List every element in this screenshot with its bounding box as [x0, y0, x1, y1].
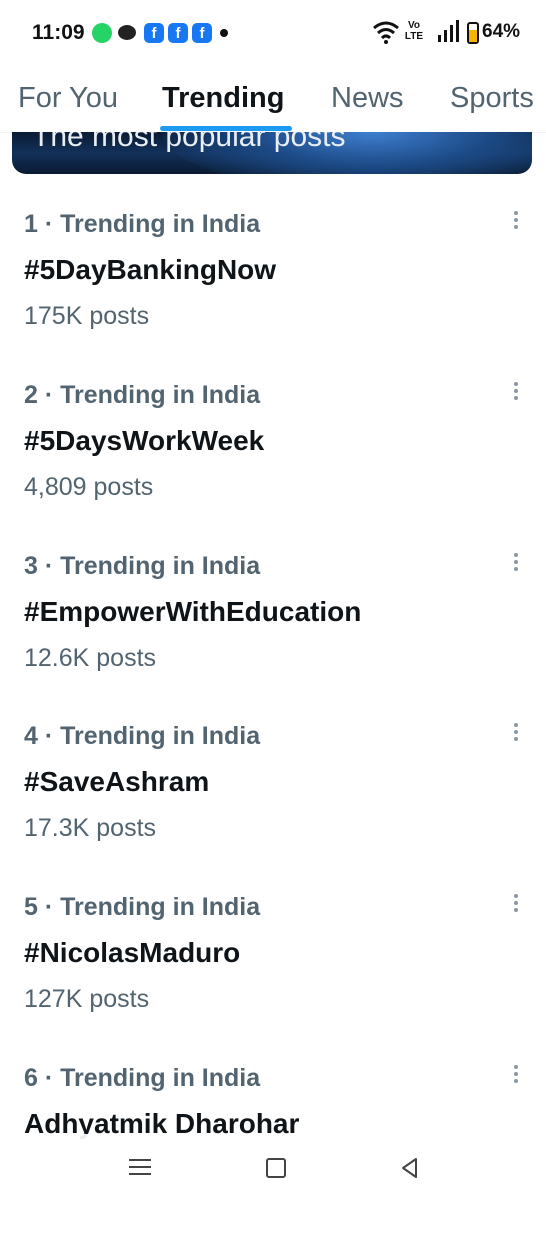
more-notifications-icon — [220, 29, 228, 37]
trend-item[interactable]: 5 · Trending in India #NicolasMaduro 127… — [0, 893, 546, 1063]
battery-percent: 64% — [482, 21, 521, 42]
trend-item[interactable]: 1 · Trending in India #5DayBankingNow 17… — [0, 210, 546, 380]
home-button[interactable] — [262, 1154, 290, 1182]
tab-for-you[interactable]: For You — [18, 82, 118, 115]
trend-item[interactable]: 3 · Trending in India #EmpowerWithEducat… — [0, 552, 546, 722]
trend-name: #5DayBankingNow — [24, 254, 277, 285]
wifi-icon — [373, 21, 399, 44]
more-options-icon[interactable] — [510, 379, 522, 405]
more-options-icon[interactable] — [510, 891, 522, 917]
back-button[interactable] — [396, 1154, 424, 1182]
trend-meta: 3 · Trending in India — [24, 552, 261, 580]
trend-post-count: 127K posts — [24, 985, 150, 1013]
trend-post-count: 175K posts — [24, 302, 150, 330]
facebook-icon: f — [144, 23, 164, 43]
facebook-icon: f — [168, 23, 188, 43]
chat-icon — [118, 25, 136, 40]
tab-sports[interactable]: Sports — [450, 82, 534, 115]
trend-item[interactable]: 2 · Trending in India #5DaysWorkWeek 4,8… — [0, 381, 546, 551]
trend-name: #NicolasMaduro — [24, 937, 241, 968]
signal-icon — [438, 20, 459, 42]
trend-name: #5DaysWorkWeek — [24, 425, 265, 456]
trend-meta: 5 · Trending in India — [24, 893, 261, 921]
trend-name: #SaveAshram — [24, 766, 210, 797]
trend-item[interactable]: 4 · Trending in India #SaveAshram 17.3K … — [0, 722, 546, 892]
more-options-icon[interactable] — [510, 1062, 522, 1088]
trend-post-count: 4,809 posts — [24, 473, 154, 501]
trend-meta: 1 · Trending in India — [24, 210, 261, 238]
system-navigation-bar — [0, 1134, 546, 1200]
status-bar: 11:09 f f f Vo LTE 64% — [0, 0, 546, 66]
trend-post-count: 12.6K posts — [24, 644, 157, 672]
recent-apps-button[interactable] — [126, 1154, 154, 1182]
active-tab-indicator — [160, 126, 292, 131]
trend-meta: 2 · Trending in India — [24, 381, 261, 409]
more-options-icon[interactable] — [510, 720, 522, 746]
more-options-icon[interactable] — [510, 550, 522, 576]
trend-meta: 6 · Trending in India — [24, 1064, 261, 1092]
trend-post-count: 17.3K posts — [24, 814, 157, 842]
banner-title: The most popular posts — [32, 132, 346, 153]
tab-bar: For You Trending News Sports — [0, 66, 546, 133]
tab-news[interactable]: News — [331, 82, 404, 115]
trend-meta: 4 · Trending in India — [24, 722, 261, 750]
battery-icon — [467, 22, 479, 44]
trending-banner[interactable]: The most popular posts — [12, 132, 532, 174]
facebook-icon: f — [192, 23, 212, 43]
volte-indicator: Vo LTE — [404, 20, 424, 42]
whatsapp-icon — [92, 23, 112, 43]
tab-trending[interactable]: Trending — [162, 82, 284, 115]
status-time: 11:09 — [32, 21, 85, 44]
more-options-icon[interactable] — [510, 208, 522, 234]
trend-name: #EmpowerWithEducation — [24, 596, 362, 627]
